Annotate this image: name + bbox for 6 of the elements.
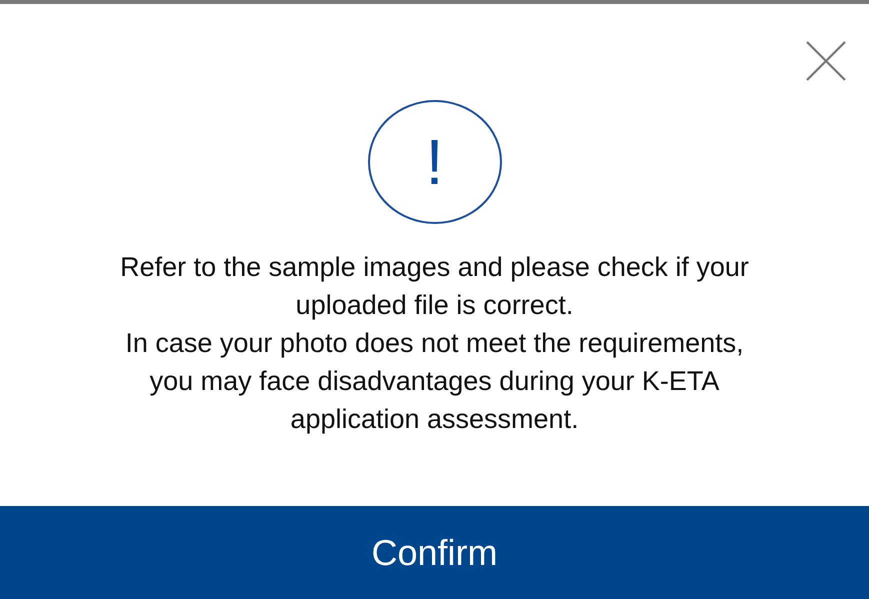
message-text: Refer to the sample images and please check if your uploaded file is correct.	[119, 251, 750, 322]
close-icon	[805, 40, 847, 82]
warning-icon: !	[368, 100, 502, 224]
message-text: In case your photo does not meet the requirements, you may face disadvantages during your K-ETA application assessment.	[124, 327, 745, 436]
close-button[interactable]	[805, 40, 847, 82]
confirm-button[interactable]: Confirm	[0, 506, 869, 599]
